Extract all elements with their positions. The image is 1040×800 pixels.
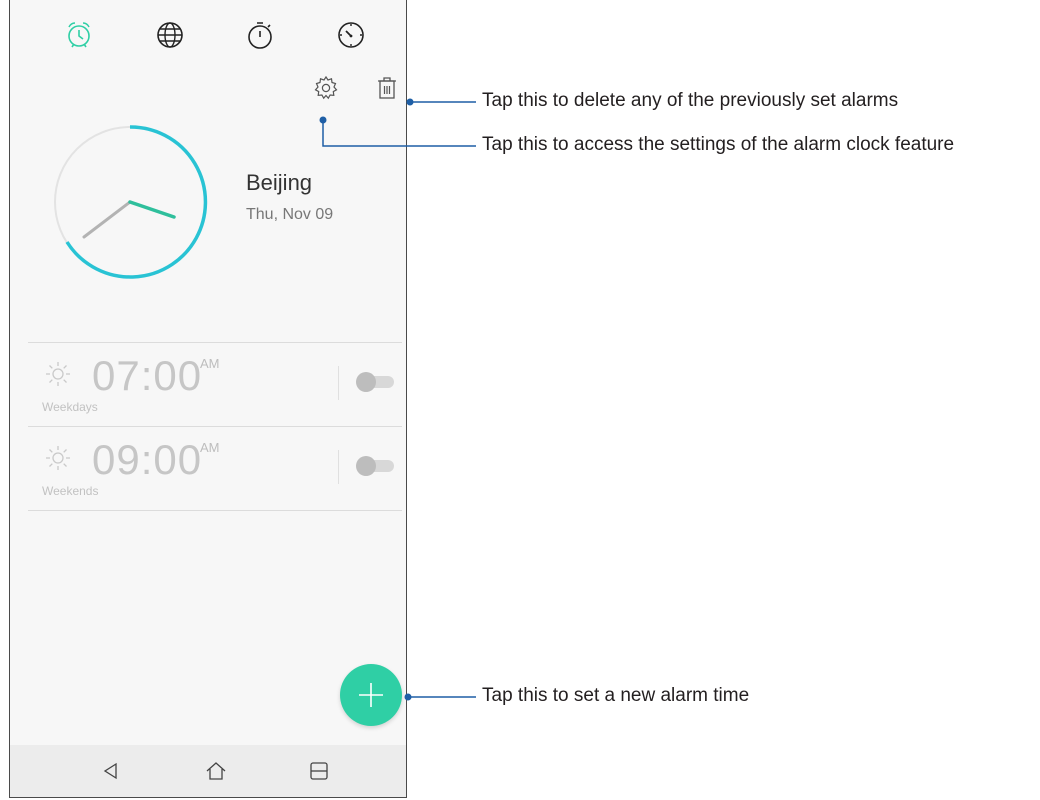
alarm-toggle[interactable] xyxy=(356,372,396,392)
gear-icon xyxy=(314,75,338,100)
add-alarm-button[interactable] xyxy=(340,664,402,726)
plus-icon xyxy=(359,683,383,707)
trash-icon xyxy=(378,77,396,99)
clock-app-screen: Beijing Thu, Nov 09 07:00 AM Weekdays 09… xyxy=(9,0,407,798)
back-icon xyxy=(103,762,117,780)
divider xyxy=(28,426,402,427)
sun-icon xyxy=(46,446,70,470)
tab-alarm[interactable] xyxy=(62,18,96,52)
navigation-bar xyxy=(10,745,406,797)
annotation-add: Tap this to set a new alarm time xyxy=(482,685,750,706)
tab-bar xyxy=(10,0,406,70)
alarm-item[interactable]: 09:00 AM Weekends xyxy=(28,426,402,510)
current-date: Thu, Nov 09 xyxy=(246,206,334,223)
nav-recents-button[interactable] xyxy=(306,759,332,783)
tab-stopwatch[interactable] xyxy=(243,18,277,52)
alarm-repeat: Weekends xyxy=(42,484,99,498)
home-icon xyxy=(206,762,226,780)
alarm-toggle[interactable] xyxy=(356,456,396,476)
toggle-knob xyxy=(356,372,376,392)
city-name: Beijing xyxy=(246,170,313,195)
timer-icon xyxy=(338,22,364,48)
alarm-clock-icon xyxy=(68,22,90,48)
alarm-ampm: AM xyxy=(200,356,220,371)
alarm-repeat: Weekdays xyxy=(42,400,98,414)
alarm-item[interactable]: 07:00 AM Weekdays xyxy=(28,342,402,426)
annotation-delete: Tap this to delete any of the previously… xyxy=(482,90,899,111)
divider xyxy=(338,450,339,484)
delete-button[interactable] xyxy=(372,73,402,103)
recents-icon xyxy=(310,762,328,780)
annotation-settings: Tap this to access the settings of the a… xyxy=(482,134,955,155)
divider xyxy=(28,510,402,511)
globe-icon xyxy=(157,22,183,48)
tab-world-clock[interactable] xyxy=(153,18,187,52)
tab-timer[interactable] xyxy=(334,18,368,52)
divider xyxy=(28,342,402,343)
sun-icon xyxy=(46,362,70,386)
stopwatch-icon xyxy=(248,22,272,49)
alarm-ampm: AM xyxy=(200,440,220,455)
alarm-time: 09:00 xyxy=(92,436,203,483)
toggle-knob xyxy=(356,456,376,476)
nav-home-button[interactable] xyxy=(203,759,229,783)
alarm-time: 07:00 xyxy=(92,352,203,399)
nav-back-button[interactable] xyxy=(98,759,124,783)
divider xyxy=(338,366,339,400)
settings-button[interactable] xyxy=(311,73,341,103)
analog-clock xyxy=(50,122,210,282)
